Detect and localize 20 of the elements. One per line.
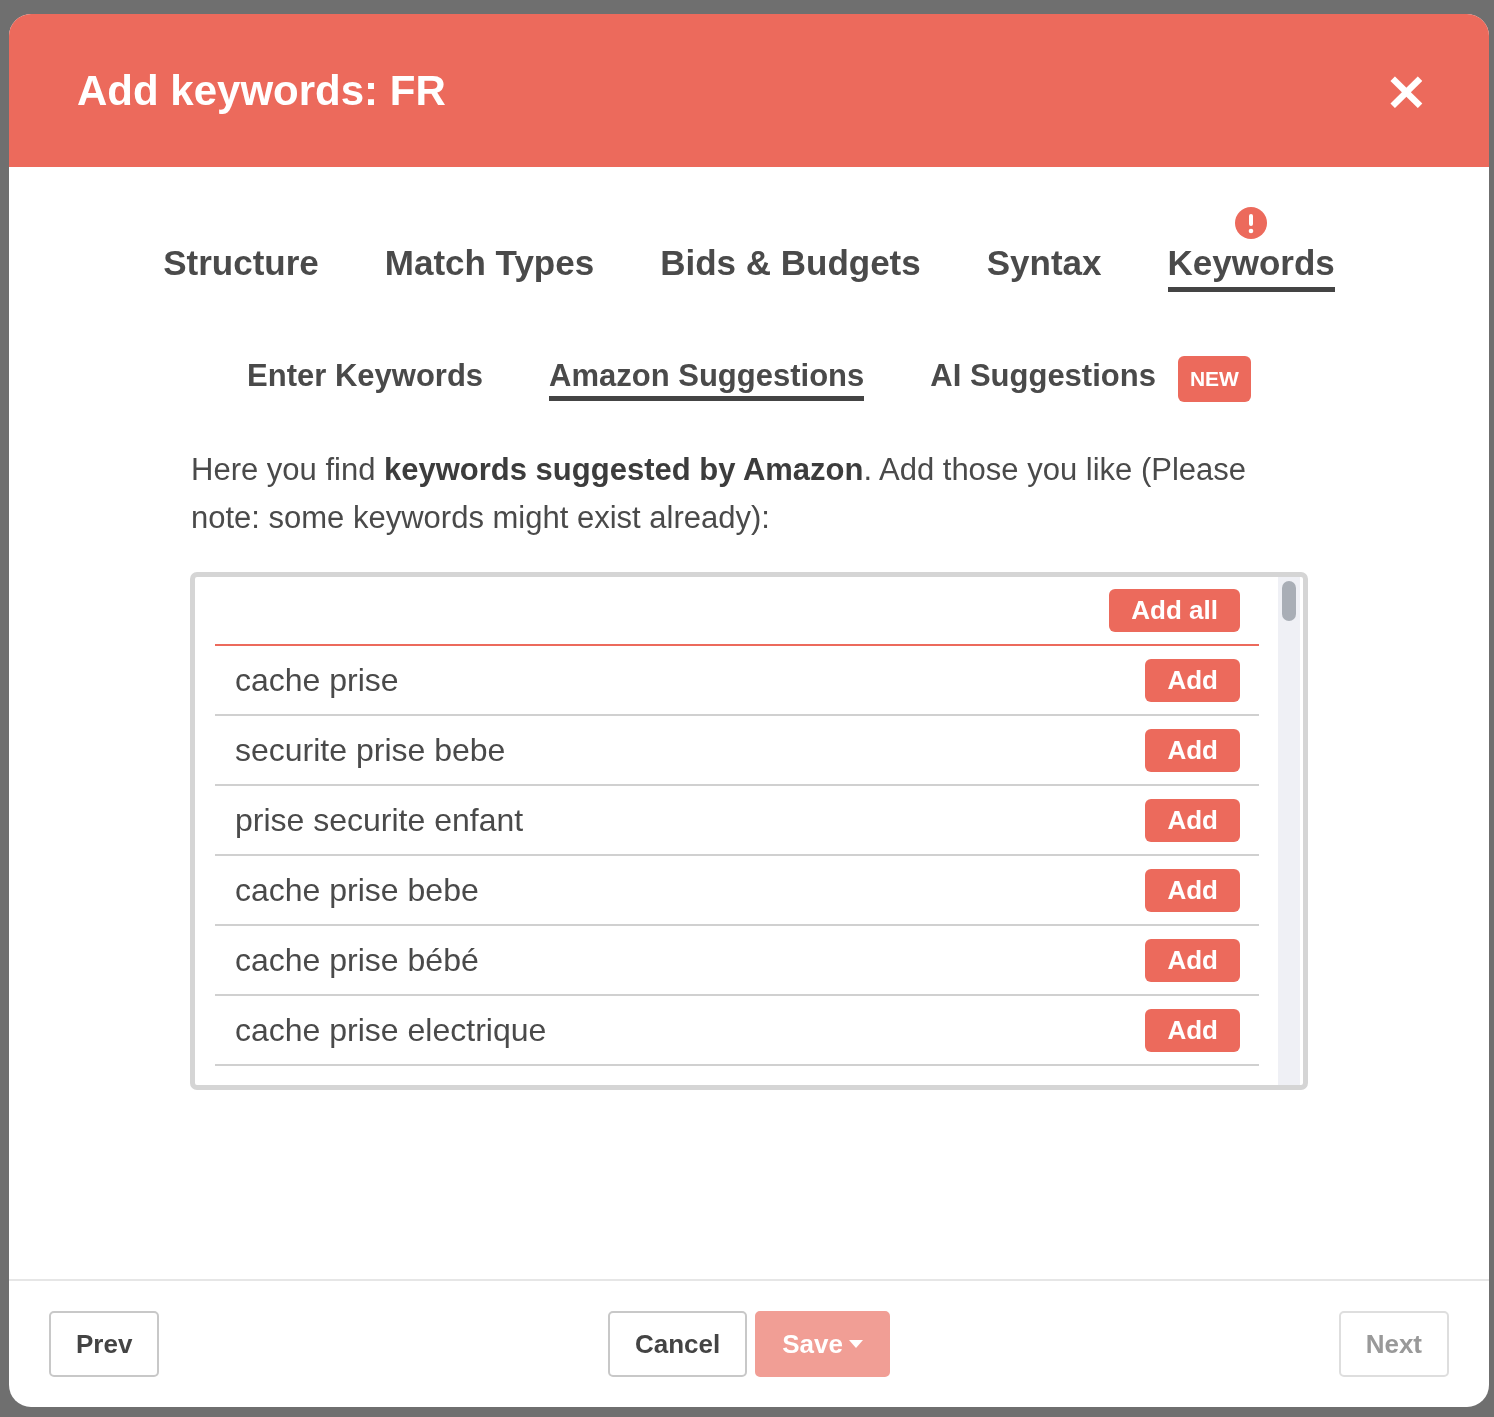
footer-button[interactable]: Cancel [608,1311,748,1377]
keyword-text: prise securite enfant [235,801,524,839]
step-tab[interactable]: Syntax [986,243,1102,292]
keyword-text: cache prise bebe [235,871,479,909]
scrollbar[interactable] [1278,577,1300,1085]
intro-text: Here you find keywords suggested by Amazon. Add those you like (Please note: some keywords might exist already): [191,451,1248,537]
step-tab[interactable]: Match Types [384,243,595,292]
keyword-text: cache prise [235,661,399,699]
keyword-text: securite prise bebe [235,731,506,769]
footer-button[interactable]: Prev [49,1311,160,1377]
keyword-text: cache prise electrique [235,1011,547,1049]
sub-tab[interactable]: AI Suggestions [930,357,1156,401]
step-tab[interactable]: Structure [163,243,319,292]
step-tab[interactable]: Bids & Budgets [660,243,921,292]
sub-tab[interactable]: Amazon Suggestions [549,357,865,401]
dialog-title: Add keywords: FR [77,66,446,115]
step-tab[interactable]: Keywords [1167,243,1335,292]
keyword-text: cache prise bébé [235,941,479,979]
sub-tab[interactable]: Enter Keywords [247,357,484,401]
new-badge: NEW [1177,356,1251,402]
